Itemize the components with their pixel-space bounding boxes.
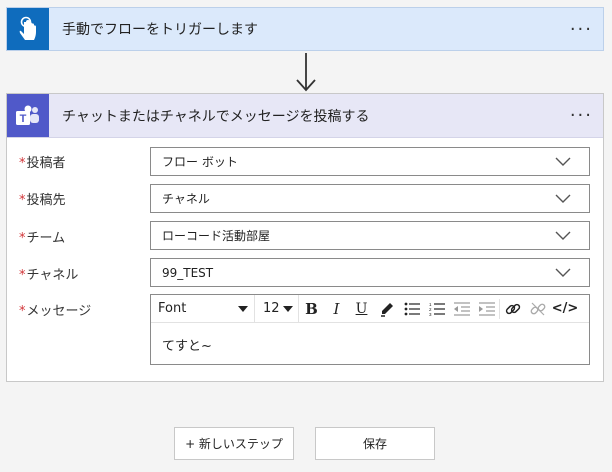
action-more-button[interactable]: ···: [570, 94, 593, 137]
message-editor[interactable]: Font 12 B I U 123 </> てすと~: [150, 294, 590, 365]
message-label: *メッセージ: [19, 304, 92, 319]
outdent-icon: [453, 301, 470, 316]
chevron-down-icon: [555, 231, 571, 240]
chevron-down-icon: [555, 194, 571, 203]
insert-link-button[interactable]: [500, 295, 525, 322]
indent-icon: [478, 301, 495, 316]
teams-icon: T: [7, 94, 49, 137]
action-title: チャットまたはチャネルでメッセージを投稿する: [62, 108, 370, 125]
pen-icon: [380, 302, 393, 317]
caret-down-icon: [238, 305, 248, 312]
svg-text:3: 3: [429, 312, 432, 316]
arrow-down-icon: [294, 51, 318, 97]
new-step-button[interactable]: + 新しいステップ: [174, 427, 294, 460]
bullet-list-icon: [404, 302, 420, 315]
underline-button[interactable]: U: [349, 295, 374, 322]
numbered-list-button[interactable]: 123: [424, 295, 449, 322]
message-text[interactable]: てすと~: [162, 335, 212, 354]
bullet-list-button[interactable]: [399, 295, 424, 322]
post-in-dropdown[interactable]: チャネル: [150, 184, 590, 213]
font-size-dropdown[interactable]: 12: [255, 295, 299, 322]
action-card: T チャットまたはチャネルでメッセージを投稿する ··· *投稿者 フロー ボッ…: [6, 93, 604, 382]
svg-text:T: T: [20, 113, 27, 125]
editor-toolbar: Font 12 B I U 123 </>: [151, 295, 589, 323]
trigger-more-button[interactable]: ···: [570, 8, 593, 50]
team-label: *チーム: [19, 231, 66, 246]
remove-link-button[interactable]: [525, 295, 550, 322]
bold-button[interactable]: B: [299, 295, 324, 322]
increase-indent-button[interactable]: [474, 295, 499, 322]
font-family-dropdown[interactable]: Font: [151, 295, 255, 322]
channel-label: *チャネル: [19, 268, 79, 283]
trigger-card[interactable]: 手動でフローをトリガーします ···: [6, 7, 604, 51]
chevron-down-icon: [555, 268, 571, 277]
action-header[interactable]: T チャットまたはチャネルでメッセージを投稿する ···: [7, 94, 603, 138]
trigger-title: 手動でフローをトリガーします: [62, 22, 258, 38]
numbered-list-icon: 123: [429, 302, 445, 316]
code-view-button[interactable]: </>: [550, 295, 580, 322]
caret-down-icon: [283, 305, 293, 312]
unlink-icon: [530, 302, 545, 315]
italic-button[interactable]: I: [324, 295, 349, 322]
team-dropdown[interactable]: ローコード活動部屋: [150, 221, 590, 250]
font-color-button[interactable]: [374, 295, 399, 322]
save-button[interactable]: 保存: [315, 427, 435, 460]
channel-dropdown[interactable]: 99_TEST: [150, 258, 590, 287]
post-in-label: *投稿先: [19, 193, 66, 208]
chevron-down-icon: [555, 157, 571, 166]
link-icon: [505, 303, 520, 314]
hand-tap-icon: [7, 8, 49, 50]
decrease-indent-button[interactable]: [449, 295, 474, 322]
poster-dropdown[interactable]: フロー ボット: [150, 147, 590, 176]
poster-label: *投稿者: [19, 156, 66, 171]
